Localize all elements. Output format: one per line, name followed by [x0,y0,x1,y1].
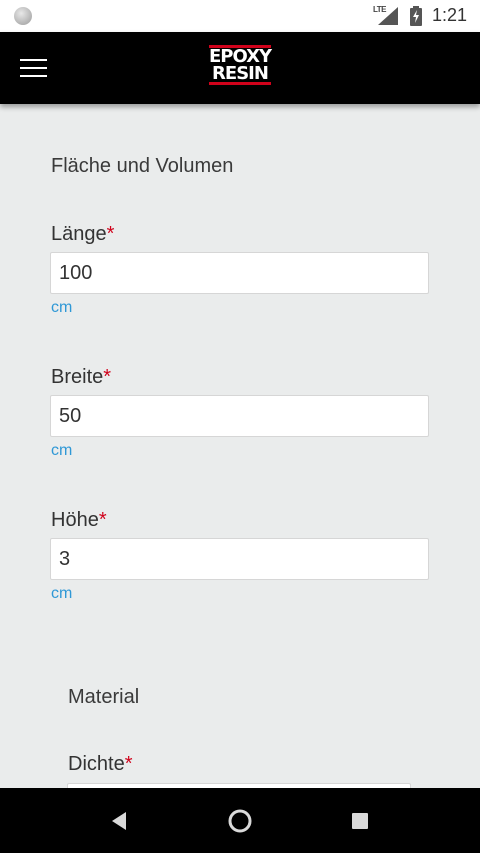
menu-line [20,67,47,69]
length-label: Länge* [51,223,114,246]
required-mark: * [106,223,115,245]
height-label-text: Höhe [51,509,99,531]
calculator-form: Fläche und Volumen Länge* cm Breite* cm … [0,104,480,788]
density-label-text: Dichte [68,753,125,775]
required-mark: * [98,509,107,531]
height-label: Höhe* [51,509,107,532]
height-input[interactable] [50,538,429,580]
epoxy-resin-logo[interactable]: EPOXY RESIN [209,45,272,85]
app-bar: EPOXY RESIN [0,32,480,104]
back-icon[interactable] [110,811,128,831]
status-time: 1:21 [432,5,468,25]
density-label: Dichte* [68,753,133,776]
system-navigation-bar [0,788,480,853]
logo-text-line2: RESIN [212,63,269,84]
logo-red-bar [209,82,271,85]
width-unit: cm [51,442,73,459]
hamburger-menu-button[interactable] [18,57,50,79]
battery-charging-icon [410,6,422,26]
signal-icon [378,7,398,25]
height-unit: cm [51,585,73,602]
length-label-text: Länge [51,223,107,245]
section-title-surface: Fläche und Volumen [51,155,234,177]
recents-icon[interactable] [351,812,369,830]
section-title-material: Material [68,686,140,708]
status-bar: LTE 1:21 [0,0,480,32]
required-mark: * [124,753,133,775]
home-icon[interactable] [227,808,253,834]
length-input[interactable] [50,252,429,294]
length-unit: cm [51,299,73,316]
width-input[interactable] [50,395,429,437]
required-mark: * [103,366,112,388]
menu-line [20,59,47,61]
notification-dot-icon [14,7,32,25]
menu-line [20,75,47,77]
width-label-text: Breite [51,366,104,388]
width-label: Breite* [51,366,111,389]
